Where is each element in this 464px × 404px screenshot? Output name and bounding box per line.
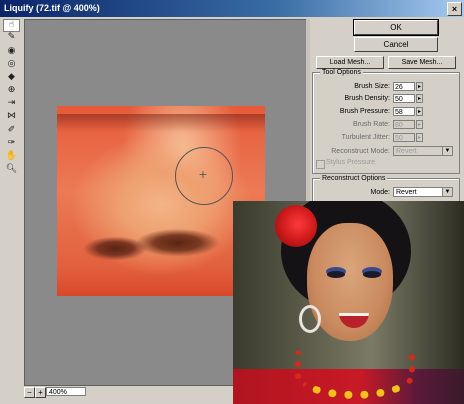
chevron-down-icon[interactable]: ▼ xyxy=(442,188,452,196)
turbulent-jitter-dropdown-icon: ▸ xyxy=(416,133,423,142)
stylus-pressure-label: Stylus Pressure xyxy=(326,159,376,166)
turbulent-jitter-label: Turbulent Jitter: xyxy=(341,134,390,141)
brush-density-dropdown-icon[interactable]: ▸ xyxy=(416,94,423,103)
reconstruct-mode-value: Revert xyxy=(396,148,417,155)
liquify-toolbox: ☝ ✎ ◉ ◎ ◆ ⊕ ⇥ ⋈ ✐ ✑ ✋ 🔍︎ xyxy=(2,19,20,174)
mode-value: Revert xyxy=(396,189,417,196)
warp-tool-icon[interactable]: ☝ xyxy=(3,19,20,32)
twirl-counterclockwise-tool-icon[interactable]: ◎ xyxy=(4,59,19,70)
save-mesh-button[interactable]: Save Mesh... xyxy=(388,56,456,69)
turbulent-jitter-field: 50 xyxy=(393,133,415,142)
hand-tool-icon[interactable]: ✋ xyxy=(4,151,19,162)
pucker-tool-icon[interactable]: ◆ xyxy=(4,72,19,83)
load-mesh-button[interactable]: Load Mesh... xyxy=(316,56,384,69)
reconstruct-tool-icon[interactable]: ✎ xyxy=(4,32,19,43)
tool-options-legend: Tool Options xyxy=(320,69,363,77)
zoom-tool-icon[interactable]: 🔍︎ xyxy=(4,164,19,175)
reflection-tool-icon[interactable]: ⋈ xyxy=(4,111,19,122)
portrait-photo xyxy=(233,201,464,404)
bloat-tool-icon[interactable]: ⊕ xyxy=(4,85,19,96)
brush-density-field[interactable]: 50 xyxy=(393,94,415,103)
brush-size-field[interactable]: 26 xyxy=(393,82,415,91)
reconstruct-mode-select: Revert ▼ xyxy=(393,146,453,156)
brush-rate-dropdown-icon: ▸ xyxy=(416,120,423,129)
mode-label: Mode: xyxy=(370,189,390,196)
mode-select[interactable]: Revert ▼ xyxy=(393,187,453,197)
right-eye xyxy=(363,271,381,278)
crosshair-icon: + xyxy=(198,168,208,181)
ok-button[interactable]: OK xyxy=(353,19,439,36)
reconstruct-options-legend: Reconstruct Options xyxy=(320,175,388,183)
zoom-level-field[interactable]: 400% xyxy=(46,387,86,396)
brush-pressure-label: Brush Pressure: xyxy=(339,108,390,115)
brush-size-dropdown-icon[interactable]: ▸ xyxy=(416,82,423,91)
title-bar: Liquify (72.tif @ 400%) × xyxy=(0,0,464,17)
chevron-down-icon: ▼ xyxy=(442,147,452,155)
cancel-button[interactable]: Cancel xyxy=(354,37,438,52)
beaded-necklace xyxy=(295,351,415,399)
image-shadow xyxy=(57,114,265,132)
shift-pixels-tool-icon[interactable]: ⇥ xyxy=(4,98,19,109)
left-eye xyxy=(327,271,345,278)
brush-rate-label: Brush Rate: xyxy=(353,121,390,128)
brush-size-label: Brush Size: xyxy=(354,83,390,90)
zoom-out-button[interactable]: − xyxy=(24,387,35,398)
twirl-clockwise-tool-icon[interactable]: ◉ xyxy=(4,46,19,57)
brush-pressure-field[interactable]: 58 xyxy=(393,107,415,116)
brush-density-label: Brush Density: xyxy=(344,95,390,102)
brush-pressure-dropdown-icon[interactable]: ▸ xyxy=(416,107,423,116)
window-title: Liquify (72.tif @ 400%) xyxy=(4,3,100,13)
zoom-in-button[interactable]: + xyxy=(35,387,46,398)
freeze-tool-icon[interactable]: ✐ xyxy=(4,125,19,136)
brush-rate-field: 80 xyxy=(393,120,415,129)
stylus-pressure-checkbox xyxy=(316,160,325,169)
reconstruct-mode-label: Reconstruct Mode: xyxy=(331,148,390,155)
red-flower xyxy=(275,205,317,247)
thaw-tool-icon[interactable]: ✑ xyxy=(4,138,19,149)
earring xyxy=(299,305,321,333)
close-button[interactable]: × xyxy=(447,2,462,16)
